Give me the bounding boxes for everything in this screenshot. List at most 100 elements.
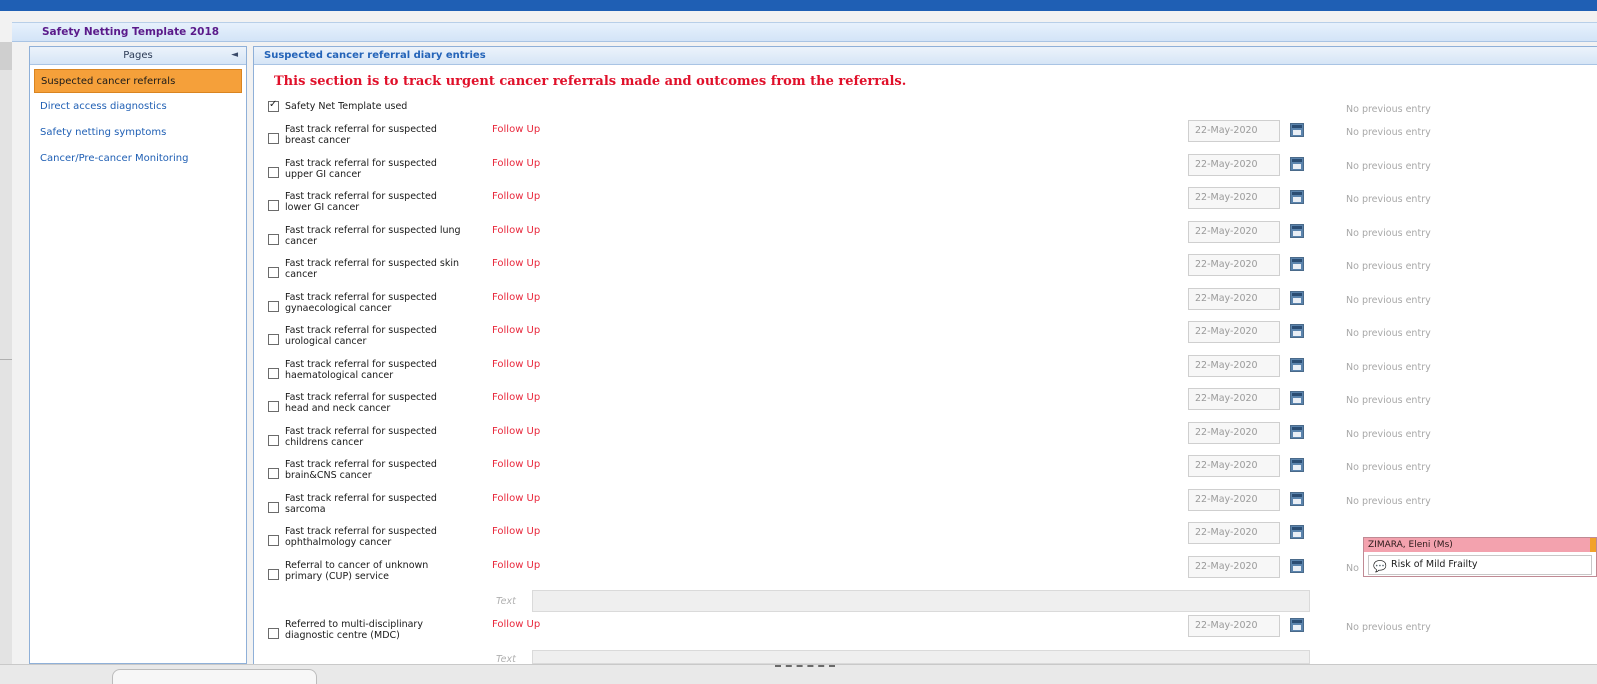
referral-row-2-label-line2: upper GI cancer (285, 169, 362, 180)
referral-row-11-date-field[interactable]: 22-May-2020 (1188, 455, 1280, 477)
template-title: Safety Netting Template 2018 (42, 26, 220, 38)
sidebar-item-safety-netting-symptoms[interactable]: Safety netting symptoms (34, 121, 242, 145)
referral-row-1-date-field[interactable]: 22-May-2020 (1188, 120, 1280, 142)
referral-row-9-checkbox[interactable] (268, 401, 279, 412)
referral-row-3-checkbox[interactable] (268, 200, 279, 211)
referral-row-11-calendar-icon[interactable] (1290, 458, 1304, 472)
patient-alert-popup[interactable]: ZIMARA, Eleni (Ms) 💬 Risk of Mild Frailt… (1363, 537, 1597, 577)
content-header: Suspected cancer referral diary entries (254, 47, 1597, 65)
referral-row-3-label-line1: Fast track referral for suspected (285, 191, 437, 202)
referral-row-6-status: No previous entry (1346, 295, 1431, 306)
referral-row-5-checkbox[interactable] (268, 267, 279, 278)
bottom-tab[interactable] (112, 669, 317, 684)
referral-row-13-label: Fast track referral for suspected ophthal… (285, 526, 490, 548)
referral-row-14-date-field[interactable]: 22-May-2020 (1188, 556, 1280, 578)
referral-row-6-date-field[interactable]: 22-May-2020 (1188, 288, 1280, 310)
referral-row-10-date-field[interactable]: 22-May-2020 (1188, 422, 1280, 444)
referral-row-5-label-line1: Fast track referral for suspected skin (285, 258, 459, 269)
referral-row-7-label: Fast track referral for suspected urologi… (285, 325, 490, 347)
referral-row-7-date-field[interactable]: 22-May-2020 (1188, 321, 1280, 343)
popup-alert-box[interactable]: 💬 Risk of Mild Frailty (1368, 555, 1592, 575)
referral-row-14-label: Referral to cancer of unknown primary (CU… (285, 560, 490, 582)
referral-row-14-calendar-icon[interactable] (1290, 559, 1304, 573)
referral-row-4-checkbox[interactable] (268, 234, 279, 245)
resize-grip[interactable] (775, 665, 835, 668)
referral-row-6-follow-up: Follow Up (492, 292, 541, 303)
referral-row-10-calendar-icon[interactable] (1290, 425, 1304, 439)
referral-row-14-label-line1: Referral to cancer of unknown (285, 560, 429, 571)
referral-row-3-calendar-icon[interactable] (1290, 190, 1304, 204)
referral-row-9-label: Fast track referral for suspected head an… (285, 392, 490, 414)
referral-row-12-checkbox[interactable] (268, 502, 279, 513)
referral-row-12-calendar-icon[interactable] (1290, 492, 1304, 506)
referral-row-3-date-field[interactable]: 22-May-2020 (1188, 187, 1280, 209)
referral-row-1-status: No previous entry (1346, 127, 1431, 138)
referral-row-11-follow-up: Follow Up (492, 459, 541, 470)
referral-row-10-checkbox[interactable] (268, 435, 279, 446)
referral-row-4-label: Fast track referral for suspected lung ca… (285, 225, 490, 247)
referral-row-6-calendar-icon[interactable] (1290, 291, 1304, 305)
referral-row-11-label-line1: Fast track referral for suspected (285, 459, 437, 470)
referral-row-13-calendar-icon[interactable] (1290, 525, 1304, 539)
pages-sidebar: Pages ◄ Suspected cancer referrals Direc… (29, 46, 247, 664)
referral-row-12-follow-up: Follow Up (492, 493, 541, 504)
left-gutter (0, 42, 12, 684)
referral-row-8-checkbox[interactable] (268, 368, 279, 379)
referral-row-9-label-line1: Fast track referral for suspected (285, 392, 437, 403)
referral-row-4-status: No previous entry (1346, 228, 1431, 239)
referral-row-14-label-line2: primary (CUP) service (285, 571, 389, 582)
referral-row-2-calendar-icon[interactable] (1290, 157, 1304, 171)
referral-row-1-follow-up: Follow Up (492, 124, 541, 135)
template-used-checkbox[interactable] (268, 99, 279, 112)
referral-row-11-checkbox[interactable] (268, 468, 279, 479)
referral-row-mdc-calendar-icon[interactable] (1290, 618, 1304, 632)
referral-row-12-date-field[interactable]: 22-May-2020 (1188, 489, 1280, 511)
referral-row-1-label-line2: breast cancer (285, 135, 351, 146)
referral-row-13-checkbox[interactable] (268, 535, 279, 546)
referral-row-14-checkbox[interactable] (268, 569, 279, 580)
referral-row-9-date-field[interactable]: 22-May-2020 (1188, 388, 1280, 410)
sidebar-item-direct-access-diagnostics[interactable]: Direct access diagnostics (34, 95, 242, 119)
sidebar-item-suspected-cancer-referrals[interactable]: Suspected cancer referrals (34, 69, 242, 93)
referral-row-6-checkbox[interactable] (268, 301, 279, 312)
referral-row-5-label-line2: cancer (285, 269, 318, 280)
referral-row-8-label-line1: Fast track referral for suspected (285, 359, 437, 370)
referral-row-7-follow-up: Follow Up (492, 325, 541, 336)
referral-row-13-date-field[interactable]: 22-May-2020 (1188, 522, 1280, 544)
referral-row-5-calendar-icon[interactable] (1290, 257, 1304, 271)
cup-text-input[interactable] (532, 590, 1310, 612)
referral-row-4-calendar-icon[interactable] (1290, 224, 1304, 238)
referral-row-2-date-field[interactable]: 22-May-2020 (1188, 154, 1280, 176)
referral-row-7-label-line2: urological cancer (285, 336, 367, 347)
mdc-text-input[interactable] (532, 650, 1310, 664)
referral-row-7-calendar-icon[interactable] (1290, 324, 1304, 338)
template-used-label: Safety Net Template used (285, 101, 408, 112)
referral-row-2-checkbox[interactable] (268, 167, 279, 178)
sidebar-title: Pages (123, 50, 153, 61)
referral-row-8-calendar-icon[interactable] (1290, 358, 1304, 372)
referral-row-9-calendar-icon[interactable] (1290, 391, 1304, 405)
referral-row-4-date-field[interactable]: 22-May-2020 (1188, 221, 1280, 243)
referral-row-10-label: Fast track referral for suspected childre… (285, 426, 490, 448)
referral-row-5-date-field[interactable]: 22-May-2020 (1188, 254, 1280, 276)
referral-row-mdc-checkbox[interactable] (268, 628, 279, 639)
referral-row-1-calendar-icon[interactable] (1290, 123, 1304, 137)
referral-row-8-status: No previous entry (1346, 362, 1431, 373)
referral-row-mdc-label-line2: diagnostic centre (MDC) (285, 630, 400, 641)
referral-row-8-label-line2: haematological cancer (285, 370, 394, 381)
collapse-triangle-left-icon[interactable]: ◄ (231, 47, 238, 64)
referral-row-8-date-field[interactable]: 22-May-2020 (1188, 355, 1280, 377)
referral-row-13-label-line1: Fast track referral for suspected (285, 526, 437, 537)
referral-row-10-status: No previous entry (1346, 429, 1431, 440)
referral-row-7-checkbox[interactable] (268, 334, 279, 345)
referral-row-14-status: No (1346, 563, 1359, 574)
gutter-divider (0, 359, 12, 360)
sidebar-item-cancer-monitoring[interactable]: Cancer/Pre-cancer Monitoring (34, 147, 242, 171)
referral-row-6-label-line2: gynaecological cancer (285, 303, 392, 314)
referral-row-11-status: No previous entry (1346, 462, 1431, 473)
referral-row-mdc-date-field[interactable]: 22-May-2020 (1188, 615, 1280, 637)
referral-row-12-label-line2: sarcoma (285, 504, 326, 515)
referral-row-7-status: No previous entry (1346, 328, 1431, 339)
speech-bubble-icon: 💬 (1373, 560, 1387, 573)
referral-row-1-checkbox[interactable] (268, 133, 279, 144)
